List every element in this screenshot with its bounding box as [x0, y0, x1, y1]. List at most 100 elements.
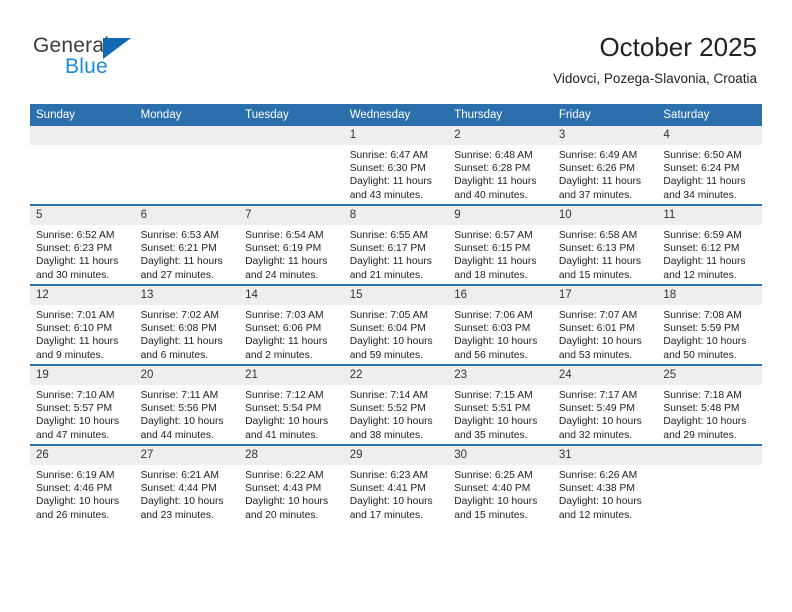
- location-subtitle: Vidovci, Pozega-Slavonia, Croatia: [553, 71, 757, 86]
- day-number: 12: [30, 286, 135, 305]
- day-number: 14: [239, 286, 344, 305]
- sunset-text: Sunset: 6:30 PM: [349, 163, 426, 175]
- sunset-text: Sunset: 6:12 PM: [663, 243, 740, 255]
- day-cell[interactable]: 13 Sunrise: 7:02 AM Sunset: 6:08 PM Dayl…: [134, 284, 240, 365]
- day-cell[interactable]: 11 Sunrise: 6:59 AM Sunset: 6:12 PM Dayl…: [657, 204, 762, 285]
- sunrise-text: Sunrise: 7:12 AM: [245, 390, 324, 401]
- daylight-text-line2: and 15 minutes.: [454, 509, 528, 521]
- day-number: 13: [134, 286, 240, 305]
- day-cell[interactable]: 18 Sunrise: 7:08 AM Sunset: 5:59 PM Dayl…: [657, 284, 762, 365]
- day-cell[interactable]: 25 Sunrise: 7:18 AM Sunset: 5:48 PM Dayl…: [657, 364, 762, 445]
- sunset-text: Sunset: 6:19 PM: [245, 243, 322, 255]
- sunrise-text: Sunrise: 7:08 AM: [663, 310, 742, 321]
- day-details: Sunrise: 6:57 AM Sunset: 6:15 PM Dayligh…: [448, 225, 553, 282]
- day-cell[interactable]: 26 Sunrise: 6:19 AM Sunset: 4:46 PM Dayl…: [30, 444, 135, 524]
- sunrise-text: Sunrise: 7:02 AM: [140, 310, 219, 321]
- daylight-text-line1: Daylight: 11 hours: [349, 256, 432, 268]
- title-block: October 2025 Vidovci, Pozega-Slavonia, C…: [553, 32, 757, 88]
- daylight-text-line1: Daylight: 11 hours: [245, 256, 328, 268]
- day-cell[interactable]: [239, 126, 344, 205]
- sunrise-text: Sunrise: 7:17 AM: [558, 390, 638, 401]
- day-cell[interactable]: 29 Sunrise: 6:23 AM Sunset: 4:41 PM Dayl…: [343, 444, 449, 524]
- daylight-text-line1: Daylight: 10 hours: [140, 496, 224, 508]
- day-number: 8: [343, 206, 449, 225]
- daylight-text-line1: Daylight: 10 hours: [245, 416, 329, 428]
- daylight-text-line1: Daylight: 11 hours: [454, 176, 537, 188]
- daylight-text-line2: and 15 minutes.: [558, 269, 633, 281]
- sunrise-text: Sunrise: 6:54 AM: [245, 230, 324, 241]
- day-cell[interactable]: 17 Sunrise: 7:07 AM Sunset: 6:01 PM Dayl…: [552, 284, 658, 365]
- day-cell[interactable]: 12 Sunrise: 7:01 AM Sunset: 6:10 PM Dayl…: [30, 284, 135, 365]
- day-number: 21: [239, 366, 344, 385]
- day-cell[interactable]: 16 Sunrise: 7:06 AM Sunset: 6:03 PM Dayl…: [448, 284, 553, 365]
- day-number: 16: [448, 286, 553, 305]
- day-cell[interactable]: 22 Sunrise: 7:14 AM Sunset: 5:52 PM Dayl…: [343, 364, 449, 445]
- day-cell[interactable]: 30 Sunrise: 6:25 AM Sunset: 4:40 PM Dayl…: [448, 444, 553, 524]
- day-cell[interactable]: 4 Sunrise: 6:50 AM Sunset: 6:24 PM Dayli…: [657, 126, 762, 205]
- sunrise-sunset-calendar: Sunday Monday Tuesday Wednesday Thursday…: [30, 104, 762, 524]
- day-cell[interactable]: 21 Sunrise: 7:12 AM Sunset: 5:54 PM Dayl…: [239, 364, 344, 445]
- sunrise-text: Sunrise: 7:14 AM: [349, 390, 429, 401]
- day-details: Sunrise: 7:06 AM Sunset: 6:03 PM Dayligh…: [448, 305, 553, 362]
- day-number: 9: [448, 206, 553, 225]
- day-details: Sunrise: 6:52 AM Sunset: 6:23 PM Dayligh…: [30, 225, 135, 282]
- day-cell[interactable]: [30, 126, 135, 205]
- daylight-text-line1: Daylight: 10 hours: [36, 496, 119, 508]
- day-cell[interactable]: 3 Sunrise: 6:49 AM Sunset: 6:26 PM Dayli…: [552, 126, 658, 205]
- day-details: Sunrise: 7:10 AM Sunset: 5:57 PM Dayligh…: [30, 385, 135, 442]
- daylight-text-line2: and 41 minutes.: [245, 429, 319, 441]
- day-cell[interactable]: 6 Sunrise: 6:53 AM Sunset: 6:21 PM Dayli…: [134, 204, 240, 285]
- page-header: General Blue October 2025 Vidovci, Pozeg…: [0, 0, 792, 104]
- day-details: Sunrise: 6:55 AM Sunset: 6:17 PM Dayligh…: [344, 225, 449, 282]
- day-details: Sunrise: 7:11 AM Sunset: 5:56 PM Dayligh…: [135, 385, 240, 442]
- day-cell[interactable]: 9 Sunrise: 6:57 AM Sunset: 6:15 PM Dayli…: [448, 204, 553, 285]
- daylight-text-line2: and 53 minutes.: [558, 349, 633, 361]
- day-cell[interactable]: 19 Sunrise: 7:10 AM Sunset: 5:57 PM Dayl…: [30, 364, 135, 445]
- sunset-text: Sunset: 4:46 PM: [36, 483, 113, 495]
- day-details: Sunrise: 6:22 AM Sunset: 4:43 PM Dayligh…: [239, 465, 344, 522]
- day-cell[interactable]: 2 Sunrise: 6:48 AM Sunset: 6:28 PM Dayli…: [448, 126, 553, 205]
- day-cell[interactable]: 14 Sunrise: 7:03 AM Sunset: 6:06 PM Dayl…: [239, 284, 344, 365]
- daylight-text-line2: and 30 minutes.: [36, 269, 110, 281]
- daylight-text-line1: Daylight: 11 hours: [558, 256, 642, 268]
- day-cell[interactable]: 31 Sunrise: 6:26 AM Sunset: 4:38 PM Dayl…: [552, 444, 658, 524]
- daylight-text-line1: Daylight: 10 hours: [558, 496, 642, 508]
- day-details: [30, 145, 135, 149]
- sunset-text: Sunset: 6:28 PM: [454, 163, 531, 175]
- daylight-text-line2: and 18 minutes.: [454, 269, 528, 281]
- sunrise-text: Sunrise: 7:03 AM: [245, 310, 324, 321]
- day-cell[interactable]: 28 Sunrise: 6:22 AM Sunset: 4:43 PM Dayl…: [239, 444, 344, 524]
- sunrise-text: Sunrise: 6:26 AM: [558, 470, 638, 481]
- day-cell[interactable]: 15 Sunrise: 7:05 AM Sunset: 6:04 PM Dayl…: [343, 284, 449, 365]
- day-cell[interactable]: 23 Sunrise: 7:15 AM Sunset: 5:51 PM Dayl…: [448, 364, 553, 445]
- sunset-text: Sunset: 5:59 PM: [663, 323, 740, 335]
- sunrise-text: Sunrise: 6:50 AM: [663, 150, 742, 161]
- sunset-text: Sunset: 6:06 PM: [245, 323, 322, 335]
- day-cell[interactable]: 24 Sunrise: 7:17 AM Sunset: 5:49 PM Dayl…: [552, 364, 658, 445]
- day-number: 2: [448, 126, 553, 145]
- day-number: 6: [134, 206, 240, 225]
- day-details: Sunrise: 6:47 AM Sunset: 6:30 PM Dayligh…: [344, 145, 449, 202]
- daylight-text-line2: and 27 minutes.: [140, 269, 214, 281]
- day-cell[interactable]: 20 Sunrise: 7:11 AM Sunset: 5:56 PM Dayl…: [134, 364, 240, 445]
- sunset-text: Sunset: 6:13 PM: [558, 243, 635, 255]
- daylight-text-line2: and 21 minutes.: [349, 269, 423, 281]
- day-cell[interactable]: 5 Sunrise: 6:52 AM Sunset: 6:23 PM Dayli…: [30, 204, 135, 285]
- day-cell[interactable]: 7 Sunrise: 6:54 AM Sunset: 6:19 PM Dayli…: [239, 204, 344, 285]
- weekday-header-saturday: Saturday: [657, 104, 762, 126]
- day-details: Sunrise: 6:23 AM Sunset: 4:41 PM Dayligh…: [344, 465, 449, 522]
- sunrise-text: Sunrise: 6:19 AM: [36, 470, 115, 481]
- daylight-text-line1: Daylight: 11 hours: [140, 336, 223, 348]
- sunrise-text: Sunrise: 7:05 AM: [349, 310, 429, 321]
- day-cell[interactable]: 27 Sunrise: 6:21 AM Sunset: 4:44 PM Dayl…: [134, 444, 240, 524]
- day-number: 10: [552, 206, 658, 225]
- day-cell[interactable]: [134, 126, 240, 205]
- day-number: 11: [657, 206, 762, 225]
- day-cell[interactable]: 10 Sunrise: 6:58 AM Sunset: 6:13 PM Dayl…: [552, 204, 658, 285]
- day-number: 17: [552, 286, 658, 305]
- day-cell[interactable]: 1 Sunrise: 6:47 AM Sunset: 6:30 PM Dayli…: [343, 126, 449, 205]
- day-cell[interactable]: [657, 444, 762, 524]
- sunset-text: Sunset: 6:10 PM: [36, 323, 113, 335]
- daylight-text-line2: and 37 minutes.: [558, 189, 633, 201]
- day-cell[interactable]: 8 Sunrise: 6:55 AM Sunset: 6:17 PM Dayli…: [343, 204, 449, 285]
